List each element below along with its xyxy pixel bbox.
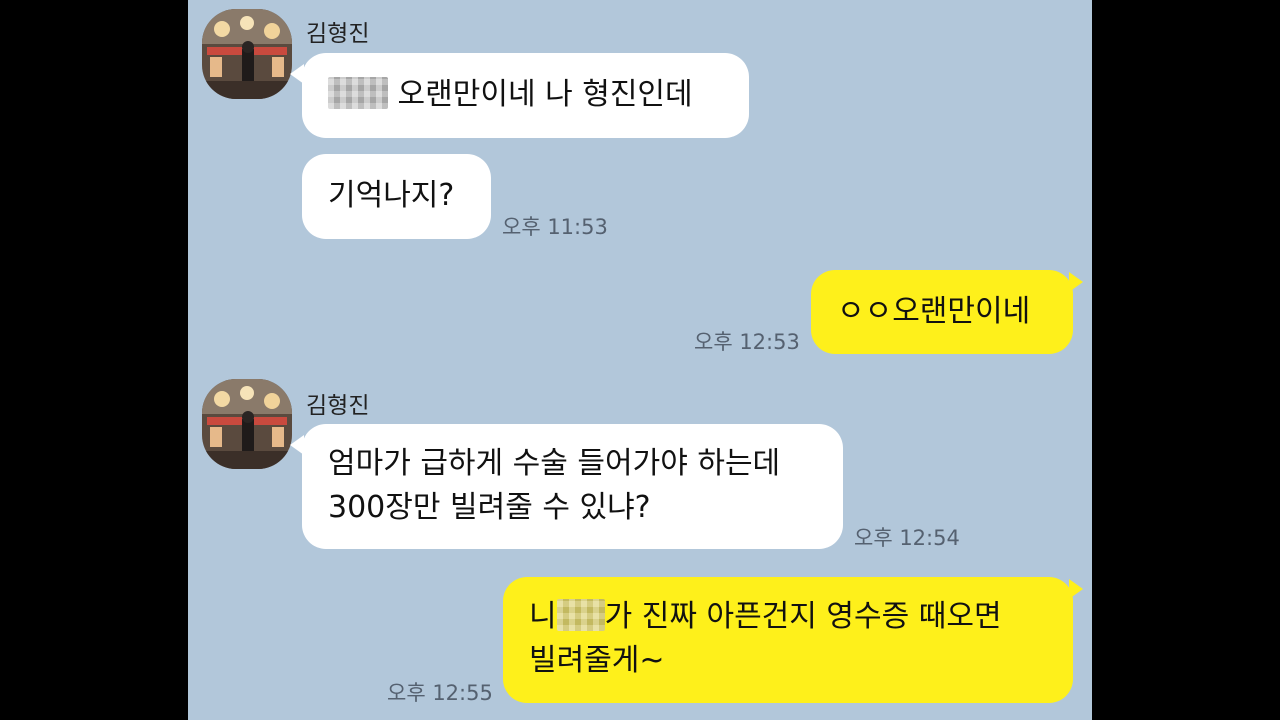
message-bubble-incoming[interactable]: 기억나지? (302, 154, 491, 239)
message-time: 오후 11:53 (502, 215, 608, 239)
message-time: 오후 12:55 (387, 681, 493, 705)
message-text-line: 300장만 빌려줄 수 있냐? (328, 490, 651, 525)
message-text: ㅇㅇ오랜만이네 (837, 294, 1031, 329)
message-text: 오랜만이네 나 형진인데 (397, 77, 693, 112)
sender-name: 김형진 (306, 393, 370, 419)
contact-avatar[interactable] (202, 379, 292, 469)
redacted-name (328, 76, 388, 109)
message-text-line: 니가 진짜 아픈건지 영수증 때오면 (529, 598, 1002, 634)
message-bubble-incoming[interactable]: 오랜만이네 나 형진인데 (302, 53, 749, 138)
message-text: 기억나지? (328, 178, 455, 213)
bubble-tail (290, 64, 304, 84)
bubble-tail (290, 435, 304, 455)
message-time: 오후 12:53 (694, 330, 800, 354)
sender-name: 김형진 (306, 21, 370, 47)
message-time: 오후 12:54 (854, 526, 960, 550)
message-text-line: 엄마가 급하게 수술 들어가야 하는데 (328, 446, 781, 481)
message-bubble-outgoing[interactable]: ㅇㅇ오랜만이네 (811, 270, 1073, 354)
contact-avatar[interactable] (202, 9, 292, 99)
message-bubble-outgoing[interactable]: 니가 진짜 아픈건지 영수증 때오면 빌려줄게~ (503, 577, 1073, 703)
redacted-word (556, 598, 605, 631)
message-text-line: 빌려줄게~ (529, 643, 665, 678)
chat-room: 김형진 오랜만이네 나 형진인데 기억나지? 오후 11:53 오후 12:53… (188, 0, 1092, 720)
message-bubble-incoming[interactable]: 엄마가 급하게 수술 들어가야 하는데 300장만 빌려줄 수 있냐? (302, 424, 843, 549)
bubble-tail (1069, 579, 1083, 599)
bubble-tail (1069, 272, 1083, 292)
